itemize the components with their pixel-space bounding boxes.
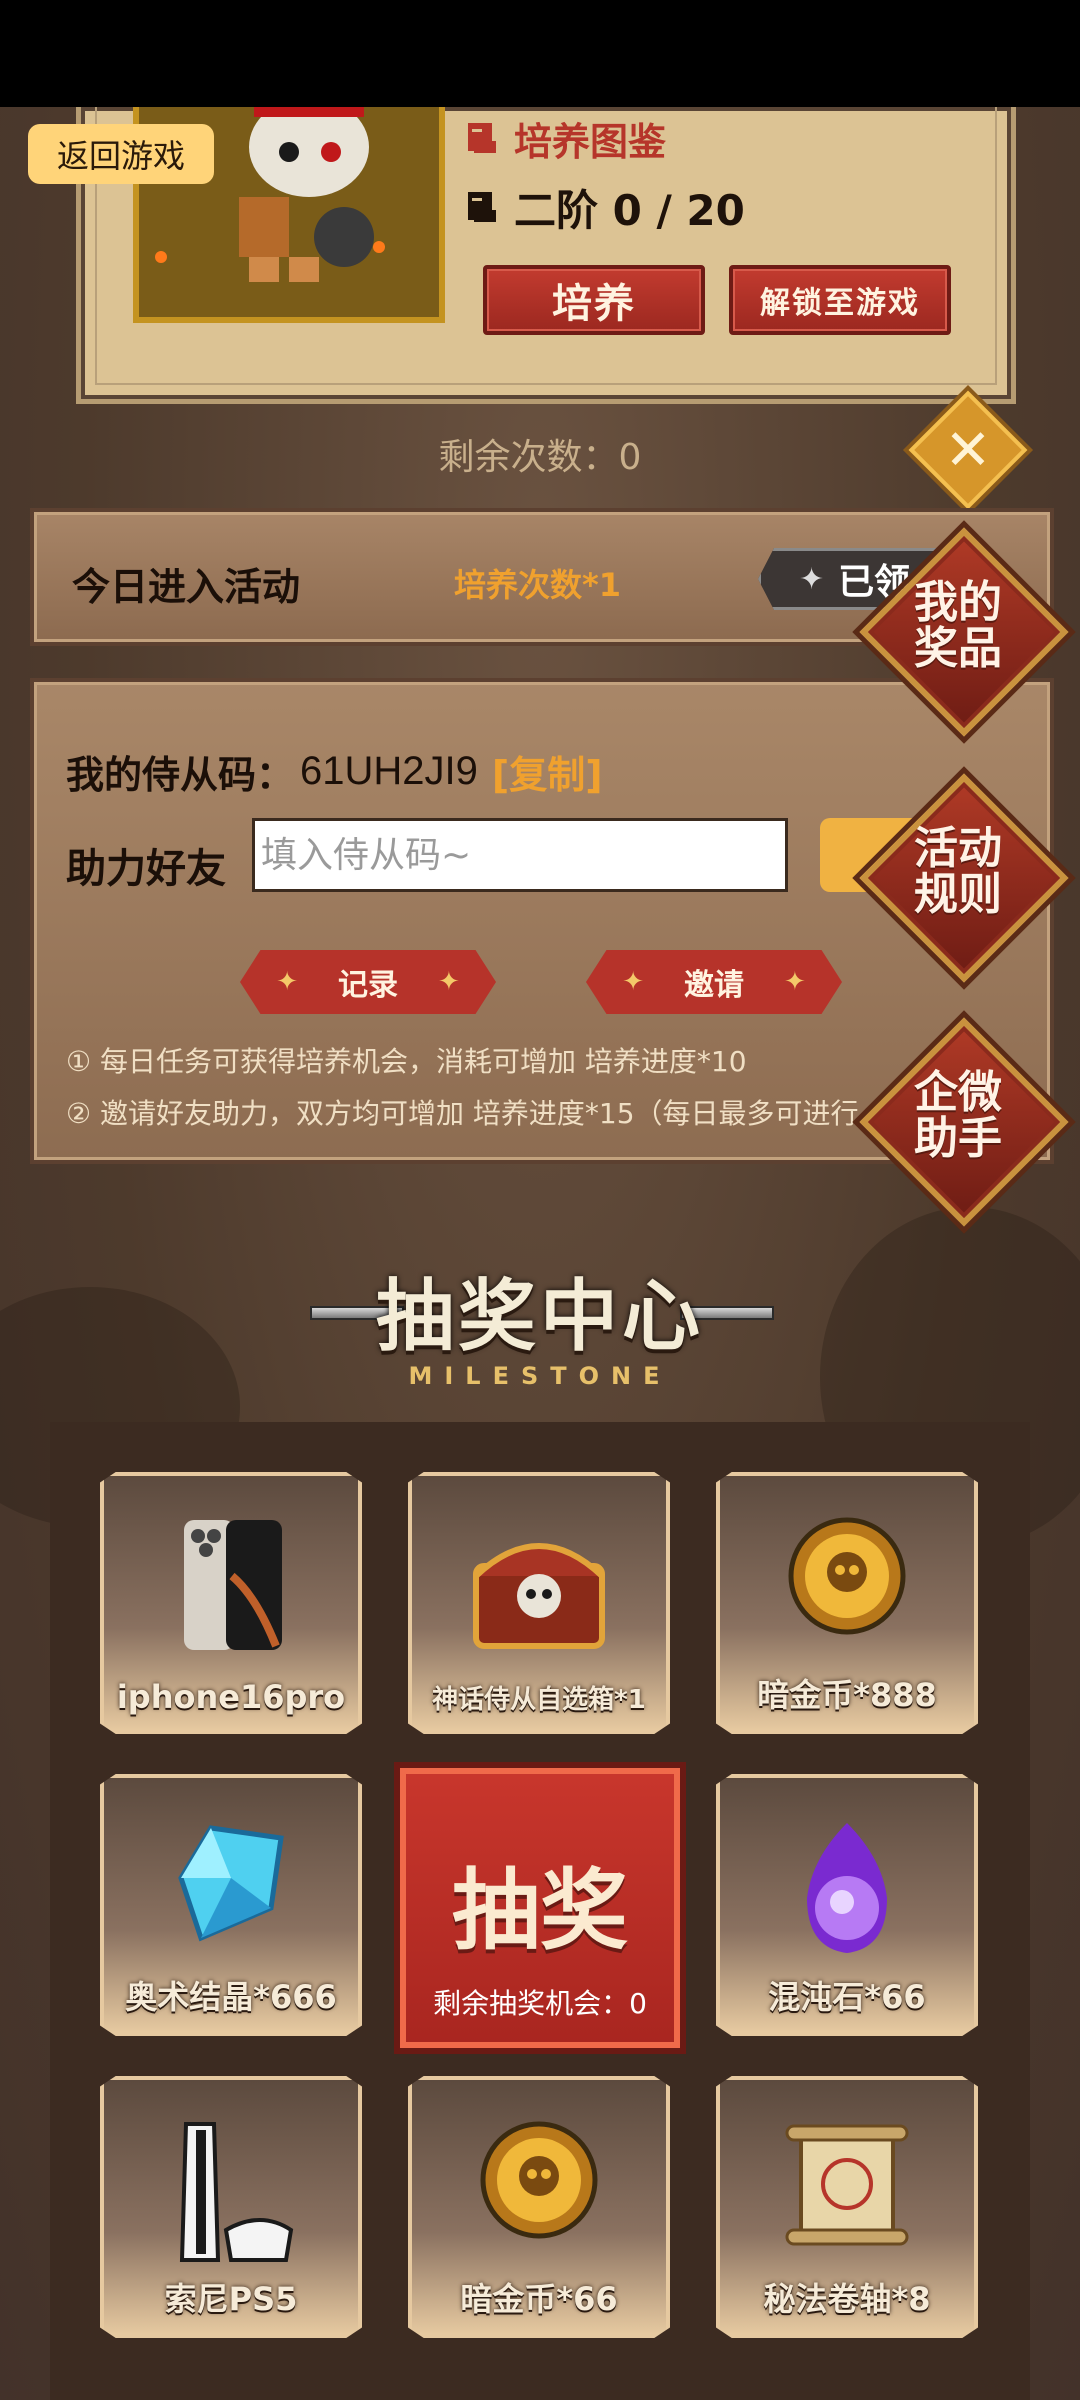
coin-icon <box>480 2121 598 2239</box>
card-title: 培养图鉴 <box>514 120 667 164</box>
prize-label: 秘法卷轴*8 <box>763 2280 931 2318</box>
close-icon[interactable]: ✕ <box>926 408 1010 492</box>
star-icon: ✦ <box>622 967 644 997</box>
book-icon <box>466 190 500 226</box>
prize-cell: 混沌石*66 <box>716 1774 978 2036</box>
coin-icon <box>788 1517 906 1635</box>
scroll-icon <box>785 2124 909 2246</box>
prize-label: 奥术结晶*666 <box>125 1978 337 2016</box>
draw-label: 抽奖 <box>451 1859 628 1962</box>
prize-label: iphone16pro <box>116 1678 346 1716</box>
star-icon: ✦ <box>438 967 460 997</box>
invite-button[interactable]: ✦ 邀请 ✦ <box>586 950 842 1014</box>
help-friend-label: 助力好友 <box>66 846 226 892</box>
star-icon: ✦ <box>276 967 298 997</box>
crystal-icon <box>178 1825 284 1942</box>
prize-cell: 神话侍从自选箱*1 <box>408 1472 670 1734</box>
rule-note-1: ① 每日任务可获得培养机会，消耗可增加 培养进度*10 <box>66 1045 747 1078</box>
card-stage: 二阶 0 / 20 <box>514 186 745 235</box>
train-card: 培养图鉴 二阶 0 / 20 培养 解锁至游戏 <box>76 107 1016 404</box>
prize-label: 索尼PS5 <box>164 2280 298 2318</box>
wechat-assistant-button[interactable]: 企微 助手 <box>859 1017 1069 1227</box>
book-icon <box>466 121 500 157</box>
prize-cell: 索尼PS5 <box>100 2076 362 2338</box>
activity-rules-button[interactable]: 活动 规则 <box>859 773 1069 983</box>
wechat-label-2: 助手 <box>914 1113 1002 1164</box>
card-title-row: 培养图鉴 <box>466 111 666 166</box>
friend-code-input[interactable] <box>252 818 788 892</box>
star-icon: ✦ <box>799 561 825 597</box>
draw-button[interactable]: 抽奖 剩余抽奖机会：0 <box>400 1768 680 2048</box>
star-icon: ✦ <box>784 967 806 997</box>
prize-cell: iphone16pro <box>100 1472 362 1734</box>
unlock-to-game-button[interactable]: 解锁至游戏 <box>729 265 951 335</box>
invite-label: 邀请 <box>684 968 744 1003</box>
rules-label-1: 活动 <box>914 823 1002 874</box>
lottery-title: 抽奖中心 <box>375 1272 704 1362</box>
today-reward: 培养次数*1 <box>454 566 622 604</box>
status-bar <box>0 0 1080 107</box>
rules-label-2: 规则 <box>914 869 1002 920</box>
prize-cell: 暗金币*66 <box>408 2076 670 2338</box>
chest-icon <box>473 1543 605 1649</box>
my-code-value: 61UH2JI9 <box>300 749 478 793</box>
my-code-label: 我的侍从码： <box>66 753 295 797</box>
console-icon <box>179 2122 294 2262</box>
prize-label: 混沌石*66 <box>768 1978 926 2016</box>
card-stage-row: 二阶 0 / 20 <box>466 177 745 238</box>
prize-cell: 秘法卷轴*8 <box>716 2076 978 2338</box>
draw-remaining: 剩余抽奖机会：0 <box>433 1987 647 2020</box>
prize-label: 暗金币*888 <box>757 1676 937 1714</box>
train-button[interactable]: 培养 <box>483 265 705 335</box>
lottery-header: 抽奖中心 MILESTONE <box>0 1254 1080 1390</box>
my-prizes-label-1: 我的 <box>914 577 1002 628</box>
rule-note-2: ② 邀请好友助力，双方均可增加 培养进度*15（每日最多可进行 <box>66 1097 859 1130</box>
phone-icon <box>184 1520 282 1650</box>
prize-label: 神话侍从自选箱*1 <box>432 1685 646 1715</box>
record-label: 记录 <box>338 968 398 1003</box>
prize-cell: 暗金币*888 <box>716 1472 978 1734</box>
lottery-subtitle: MILESTONE <box>408 1362 672 1390</box>
my-prizes-button[interactable]: 我的 奖品 <box>859 527 1069 737</box>
my-code-row: 我的侍从码： 61UH2JI9 [复制] <box>66 744 603 799</box>
today-title: 今日进入活动 <box>72 565 301 609</box>
prize-label: 暗金币*66 <box>460 2280 618 2318</box>
record-button[interactable]: ✦ 记录 ✦ <box>240 950 496 1014</box>
back-to-game-button[interactable]: 返回游戏 <box>28 124 214 184</box>
copy-link[interactable]: [复制] <box>492 744 603 799</box>
wechat-label-1: 企微 <box>914 1067 1002 1118</box>
my-prizes-label-2: 奖品 <box>914 623 1002 674</box>
prize-cell: 奥术结晶*666 <box>100 1774 362 2036</box>
flame-orb-icon <box>807 1823 887 1953</box>
